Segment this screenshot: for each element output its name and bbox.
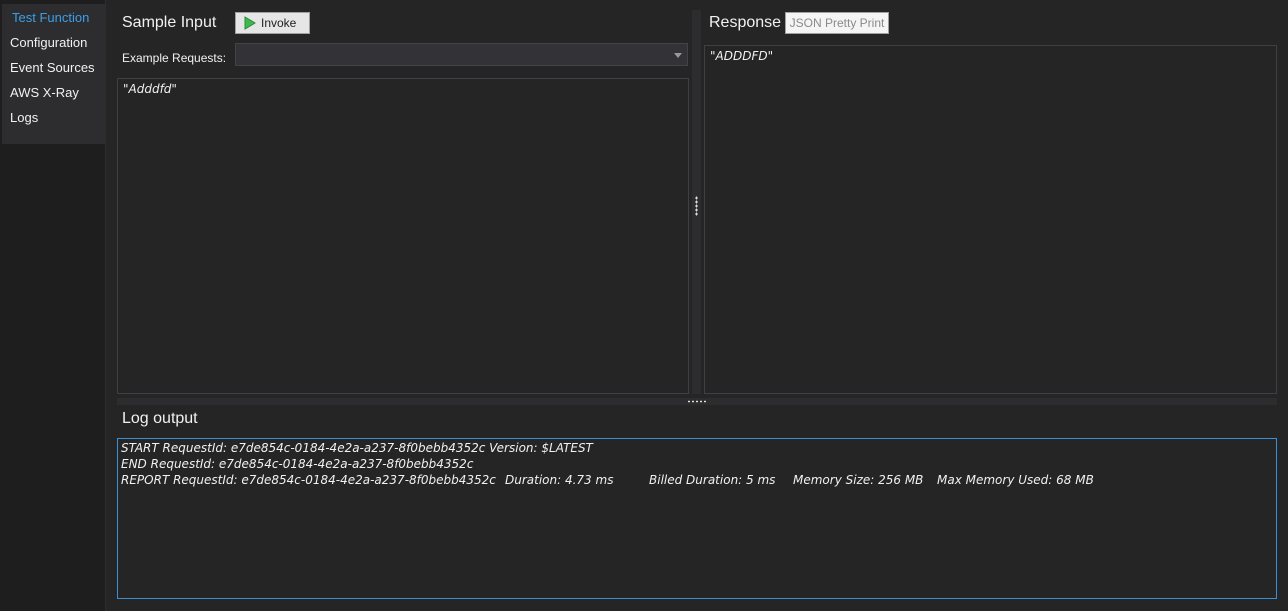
sidebar-item-aws-xray[interactable]: AWS X-Ray [10, 85, 79, 100]
json-pretty-print-button[interactable]: JSON Pretty Print [785, 12, 889, 34]
horizontal-splitter[interactable] [117, 398, 1277, 405]
sample-input-title: Sample Input [122, 14, 217, 31]
response-title: Response [709, 14, 782, 31]
sidebar-item-test-function[interactable]: Test Function [12, 10, 89, 25]
log-start-line: START RequestId: e7de854c-0184-4e2a-a237… [121, 441, 593, 455]
sidebar-item-logs[interactable]: Logs [10, 110, 38, 125]
play-icon [244, 16, 256, 30]
sidebar-item-event-sources[interactable]: Event Sources [10, 60, 95, 75]
response-text: "ADDDFD" [710, 49, 774, 63]
log-line: REPORT RequestId: e7de854c-0184-4e2a-a23… [121, 473, 1273, 489]
log-report-request: REPORT RequestId: e7de854c-0184-4e2a-a23… [121, 473, 496, 487]
example-requests-dropdown[interactable] [235, 43, 688, 66]
sample-input-text: "Adddfd" [123, 82, 177, 96]
log-report-duration: Duration: 4.73 ms [505, 473, 614, 487]
log-report-billed: Billed Duration: 5 ms [649, 473, 776, 487]
sidebar-nav: Test Function Configuration Event Source… [2, 4, 105, 144]
invoke-label: Invoke [261, 16, 297, 30]
log-report-memory-size: Memory Size: 256 MB [793, 473, 924, 487]
log-line: END RequestId: e7de854c-0184-4e2a-a237-8… [121, 457, 1273, 473]
log-output-area[interactable]: START RequestId: e7de854c-0184-4e2a-a237… [117, 438, 1277, 599]
log-report-max-memory: Max Memory Used: 68 MB [937, 473, 1094, 487]
log-line: START RequestId: e7de854c-0184-4e2a-a237… [121, 441, 1273, 457]
grip-icon [687, 400, 707, 403]
log-output-title: Log output [122, 410, 198, 427]
chevron-down-icon [674, 53, 682, 58]
log-end-line: END RequestId: e7de854c-0184-4e2a-a237-8… [121, 457, 474, 471]
sidebar-item-configuration[interactable]: Configuration [10, 35, 87, 50]
response-viewer: "ADDDFD" [704, 45, 1277, 394]
invoke-button[interactable]: Invoke [235, 12, 310, 34]
sample-input-editor[interactable]: "Adddfd" [117, 78, 689, 394]
example-requests-label: Example Requests: [122, 51, 227, 65]
vertical-splitter[interactable] [692, 10, 701, 394]
grip-icon [695, 196, 698, 216]
